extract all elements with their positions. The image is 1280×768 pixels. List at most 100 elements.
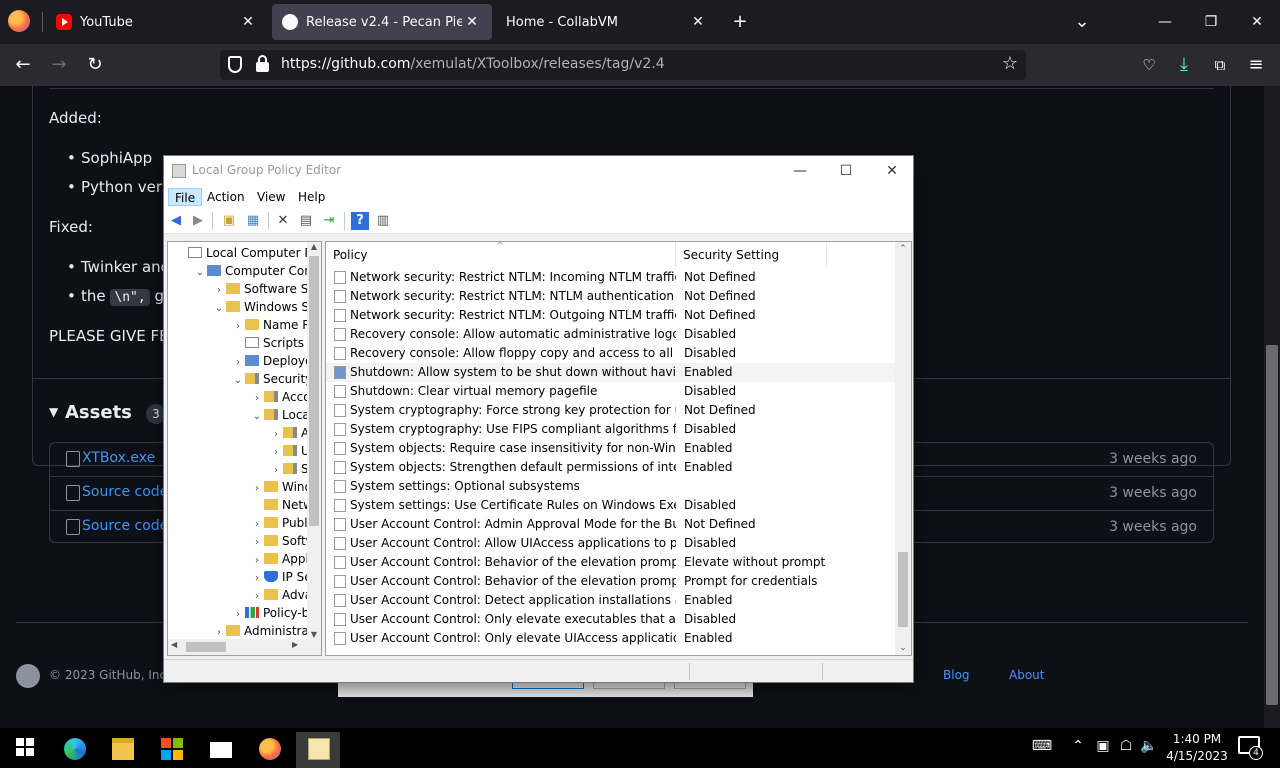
- volume-muted-icon[interactable]: 🔈: [1140, 738, 1158, 754]
- gpe-close-button[interactable]: ✕: [869, 156, 915, 186]
- assets-toggle-icon[interactable]: ▼: [49, 405, 58, 419]
- extensions-icon[interactable]: ⧉: [1205, 51, 1235, 79]
- tracking-protection-icon[interactable]: [228, 56, 242, 73]
- back-button[interactable]: ←: [8, 51, 38, 79]
- policy-row[interactable]: System cryptography: Use FIPS compliant …: [326, 420, 896, 439]
- keyboard-icon[interactable]: ⌨: [1030, 738, 1054, 754]
- taskbar-group-policy-editor[interactable]: [296, 732, 340, 768]
- tree-node[interactable]: Local Computer Polic: [174, 244, 321, 262]
- tree-node[interactable]: ⌄ Computer Config: [193, 262, 321, 282]
- gpe-maximize-button[interactable]: ☐: [823, 156, 869, 186]
- tree-node[interactable]: › Software Setti: [212, 280, 321, 298]
- taskbar-mail[interactable]: [198, 732, 242, 768]
- github-logo-icon[interactable]: [16, 664, 40, 688]
- footer-link-about[interactable]: About: [1009, 668, 1044, 682]
- assets-title[interactable]: Assets: [65, 402, 132, 423]
- hamburger-menu-icon[interactable]: ≡: [1241, 51, 1271, 79]
- policy-row[interactable]: User Account Control: Only elevate execu…: [326, 610, 896, 629]
- menu-action[interactable]: Action: [201, 188, 251, 206]
- url-bar[interactable]: https://github.com/xemulat/XToolbox/rele…: [220, 50, 1026, 80]
- close-icon[interactable]: ✕: [462, 14, 482, 30]
- policy-row[interactable]: User Account Control: Behavior of the el…: [326, 553, 896, 572]
- policy-row[interactable]: System objects: Strengthen default permi…: [326, 458, 896, 477]
- policy-row[interactable]: System objects: Require case insensitivi…: [326, 439, 896, 458]
- downloads-icon[interactable]: ⤓: [1169, 51, 1199, 79]
- scroll-down-icon[interactable]: ▼: [307, 630, 321, 639]
- url-text[interactable]: https://github.com/xemulat/XToolbox/rele…: [281, 56, 665, 72]
- policy-row[interactable]: Network security: Restrict NTLM: Outgoin…: [326, 306, 896, 325]
- column-header-policy[interactable]: Policy ^: [326, 242, 676, 268]
- show-hide-tree-icon[interactable]: ▦: [244, 212, 262, 230]
- tree-horizontal-thumb[interactable]: [186, 642, 226, 652]
- policy-row[interactable]: User Account Control: Admin Approval Mod…: [326, 515, 896, 534]
- policy-row[interactable]: User Account Control: Allow UIAccess app…: [326, 534, 896, 553]
- policy-row[interactable]: Shutdown: Allow system to be shut down w…: [326, 363, 896, 382]
- up-folder-icon[interactable]: ▣: [220, 212, 238, 230]
- tree-scrollbar[interactable]: ▲ ▼: [307, 242, 321, 639]
- tab-collabvm[interactable]: Home - CollabVM ✕: [496, 4, 718, 40]
- taskbar-firefox[interactable]: [247, 732, 291, 768]
- policy-row[interactable]: User Account Control: Only elevate UIAcc…: [326, 629, 896, 648]
- tab-github-release[interactable]: Release v2.4 - Pecan Pie · xemulat ✕: [272, 4, 492, 40]
- pocket-icon[interactable]: ♡: [1134, 51, 1164, 79]
- list-scrollbar-thumb[interactable]: [898, 552, 908, 627]
- policy-row[interactable]: System settings: Optional subsystems: [326, 477, 896, 496]
- system-clock[interactable]: 1:40 PM 4/15/2023: [1166, 731, 1228, 765]
- lock-icon[interactable]: [256, 55, 269, 72]
- policy-row[interactable]: Recovery console: Allow floppy copy and …: [326, 344, 896, 363]
- footer-link-blog[interactable]: Blog: [943, 668, 970, 682]
- column-header-security-setting[interactable]: Security Setting: [676, 242, 827, 268]
- policy-row[interactable]: Shutdown: Clear virtual memory pagefile D…: [326, 382, 896, 401]
- taskbar-store[interactable]: [149, 732, 193, 768]
- close-icon[interactable]: ✕: [688, 14, 708, 30]
- tree-scrollbar-thumb[interactable]: [309, 256, 319, 526]
- device-icon[interactable]: ▣: [1094, 738, 1112, 754]
- close-icon[interactable]: ✕: [238, 14, 258, 30]
- help-icon[interactable]: ?: [351, 212, 369, 230]
- collapse-chevron-icon[interactable]: ⌄: [250, 408, 264, 426]
- scroll-down-icon[interactable]: ⌄: [895, 643, 911, 653]
- window-restore-button[interactable]: ❐: [1188, 8, 1234, 36]
- window-minimize-button[interactable]: —: [1142, 8, 1188, 36]
- collapse-chevron-icon[interactable]: ⌄: [212, 300, 226, 318]
- policy-row[interactable]: System settings: Use Certificate Rules o…: [326, 496, 896, 515]
- policy-row[interactable]: Network security: Restrict NTLM: Incomin…: [326, 268, 896, 287]
- collapse-chevron-icon[interactable]: ⌄: [193, 264, 207, 282]
- policy-row[interactable]: Recovery console: Allow automatic admini…: [326, 325, 896, 344]
- properties-icon[interactable]: ▤: [297, 212, 315, 230]
- asset-link[interactable]: Source code: [82, 518, 168, 534]
- window-close-button[interactable]: ✕: [1234, 8, 1280, 36]
- network-icon[interactable]: ☖: [1117, 738, 1135, 754]
- policy-row[interactable]: User Account Control: Detect application…: [326, 591, 896, 610]
- tree-horizontal-scrollbar[interactable]: ◀ ▶: [168, 639, 321, 655]
- tab-youtube[interactable]: YouTube ✕: [46, 4, 268, 40]
- scroll-left-icon[interactable]: ◀: [171, 640, 177, 649]
- scroll-up-icon[interactable]: ▲: [307, 242, 321, 251]
- menu-file[interactable]: File: [168, 188, 203, 206]
- policy-row[interactable]: System cryptography: Force strong key pr…: [326, 401, 896, 420]
- list-tabs-button[interactable]: ⌄: [1068, 10, 1096, 34]
- bookmark-star-icon[interactable]: ☆: [1002, 53, 1018, 74]
- taskbar-file-explorer[interactable]: [100, 732, 144, 768]
- forward-button[interactable]: →: [44, 51, 74, 79]
- menu-help[interactable]: Help: [292, 188, 331, 206]
- show-hidden-icons-chevron[interactable]: ⌃: [1070, 738, 1086, 754]
- dialog-button[interactable]: [512, 683, 584, 689]
- export-list-icon[interactable]: ⇥: [320, 212, 338, 230]
- menu-view[interactable]: View: [251, 188, 291, 206]
- page-scrollbar-thumb[interactable]: [1266, 345, 1278, 705]
- dialog-button[interactable]: [593, 683, 665, 689]
- policy-row[interactable]: User Account Control: Behavior of the el…: [326, 572, 896, 591]
- dialog-button[interactable]: [674, 683, 746, 689]
- gpe-title-bar[interactable]: Local Group Policy Editor — ☐ ✕: [164, 156, 913, 186]
- back-arrow-icon[interactable]: ◀: [167, 212, 185, 230]
- collapse-chevron-icon[interactable]: ⌄: [231, 372, 245, 390]
- tree-node[interactable]: ›Administrative: [212, 622, 321, 640]
- reload-button[interactable]: ↻: [80, 51, 110, 79]
- list-scrollbar[interactable]: ⌃ ⌄: [895, 242, 911, 655]
- firefox-icon[interactable]: [8, 10, 30, 32]
- scroll-right-icon[interactable]: ▶: [292, 640, 298, 649]
- new-tab-button[interactable]: +: [726, 10, 754, 34]
- asset-link[interactable]: Source code: [82, 484, 168, 500]
- show-action-pane-icon[interactable]: ▥: [374, 212, 392, 230]
